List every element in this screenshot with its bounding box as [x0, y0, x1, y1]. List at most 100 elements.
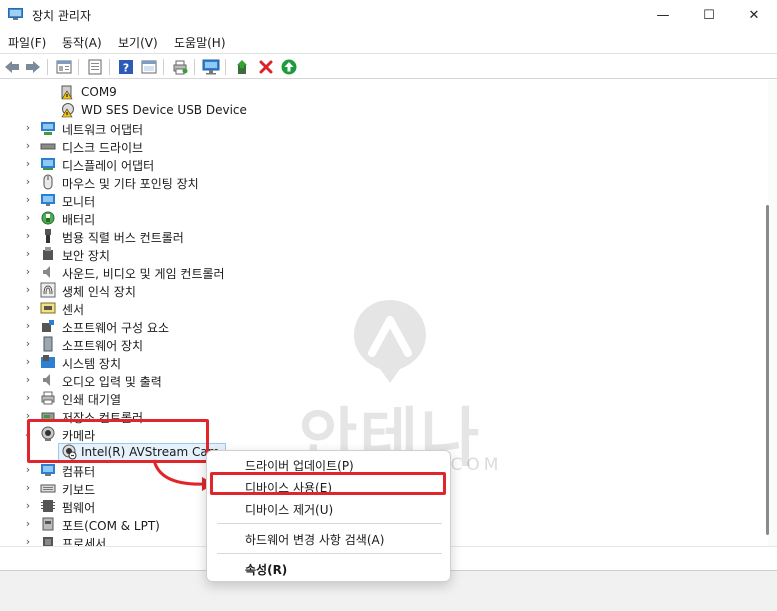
- security-device-icon: [43, 247, 53, 260]
- chevron-down-icon[interactable]: ⌄: [23, 427, 33, 441]
- tree-item-wd-ses[interactable]: WD SES Device USB Device: [0, 101, 760, 119]
- tree-category[interactable]: › 모니터: [0, 191, 760, 209]
- enable-device-icon[interactable]: [280, 58, 298, 76]
- tree-category[interactable]: › 소프트웨어 장치: [0, 335, 760, 353]
- chevron-right-icon[interactable]: ›: [23, 283, 33, 297]
- tree-category-label: 포트(COM & LPT): [62, 519, 160, 533]
- software-component-icon: [42, 320, 54, 332]
- chevron-right-icon[interactable]: ›: [23, 229, 33, 243]
- chevron-right-icon[interactable]: ›: [23, 337, 33, 351]
- minimize-button[interactable]: —: [640, 0, 686, 30]
- context-menu: 드라이버 업데이트(P) 디바이스 사용(E) 디바이스 제거(U) 하드웨어 …: [206, 450, 451, 582]
- tree-category-label: 인쇄 대기열: [62, 393, 122, 407]
- forward-arrow-icon[interactable]: [24, 58, 42, 76]
- chevron-right-icon[interactable]: ›: [23, 301, 33, 315]
- tree-category-label: 사운드, 비디오 및 게임 컨트롤러: [62, 267, 225, 281]
- firmware-icon: [41, 500, 55, 512]
- tree-category[interactable]: › 사운드, 비디오 및 게임 컨트롤러: [0, 263, 760, 281]
- tree-category[interactable]: › 마우스 및 기타 포인팅 장치: [0, 173, 760, 191]
- tree-category[interactable]: › 범용 직렬 버스 컨트롤러: [0, 227, 760, 245]
- maximize-button[interactable]: ☐: [686, 0, 732, 30]
- chevron-right-icon[interactable]: ›: [23, 391, 33, 405]
- camera-icon: [41, 426, 55, 441]
- tree-category[interactable]: › 생체 인식 장치: [0, 281, 760, 299]
- menu-uninstall-device[interactable]: 디바이스 제거(U): [245, 501, 333, 518]
- menu-action[interactable]: 동작(A): [62, 34, 102, 51]
- chevron-right-icon[interactable]: ›: [23, 121, 33, 135]
- tree-category[interactable]: › 보안 장치: [0, 245, 760, 263]
- tree-category-label: 소프트웨어 구성 요소: [62, 321, 169, 335]
- chevron-right-icon[interactable]: ›: [23, 139, 33, 153]
- tree-category-label: 컴퓨터: [62, 465, 96, 479]
- chevron-right-icon[interactable]: ›: [23, 535, 33, 546]
- properties-icon[interactable]: [55, 58, 73, 76]
- chevron-right-icon[interactable]: ›: [23, 463, 33, 477]
- tree-category[interactable]: › 센서: [0, 299, 760, 317]
- tree-category-label: 센서: [62, 303, 85, 317]
- sensor-icon: [40, 302, 56, 314]
- chevron-right-icon[interactable]: ›: [23, 319, 33, 333]
- back-arrow-icon[interactable]: [3, 58, 21, 76]
- tree-category-camera[interactable]: ⌄ 카메라: [0, 425, 760, 443]
- chevron-right-icon[interactable]: ›: [23, 481, 33, 495]
- chevron-right-icon[interactable]: ›: [23, 157, 33, 171]
- tree-category[interactable]: › 배터리: [0, 209, 760, 227]
- display-adapter-icon: [41, 158, 55, 170]
- chevron-right-icon[interactable]: ›: [23, 499, 33, 513]
- tree-category-label: 마우스 및 기타 포인팅 장치: [62, 177, 199, 191]
- tree-category-label: 디스크 드라이브: [62, 141, 144, 155]
- vertical-scrollbar[interactable]: [768, 80, 777, 546]
- menu-properties[interactable]: 속성(R): [245, 561, 287, 578]
- tree-category-label: 시스템 장치: [62, 357, 122, 371]
- view-icon[interactable]: [140, 58, 158, 76]
- uninstall-x-icon[interactable]: [257, 58, 275, 76]
- chevron-right-icon[interactable]: ›: [23, 517, 33, 531]
- chevron-right-icon[interactable]: ›: [23, 193, 33, 207]
- tree-category[interactable]: › 저장소 컨트롤러: [0, 407, 760, 425]
- tree-category-label: 보안 장치: [62, 249, 110, 263]
- toolbar-separator: [47, 59, 48, 75]
- toolbar-separator: [163, 59, 164, 75]
- menu-enable-device[interactable]: 디바이스 사용(E): [245, 479, 332, 496]
- tree-category[interactable]: › 오디오 입력 및 출력: [0, 371, 760, 389]
- update-driver-icon[interactable]: [234, 58, 252, 76]
- chevron-right-icon[interactable]: ›: [23, 211, 33, 225]
- audio-io-icon: [43, 374, 50, 386]
- tree-category[interactable]: › 네트워크 어댑터: [0, 119, 760, 137]
- port-warning-icon: [61, 85, 73, 100]
- chevron-right-icon[interactable]: ›: [23, 355, 33, 369]
- menu-view[interactable]: 보기(V): [118, 34, 158, 51]
- menu-update-driver[interactable]: 드라이버 업데이트(P): [245, 457, 354, 474]
- menu-help[interactable]: 도움말(H): [174, 34, 226, 51]
- print-icon[interactable]: [171, 58, 189, 76]
- tree-category-label: 생체 인식 장치: [62, 285, 136, 299]
- close-button[interactable]: ✕: [731, 0, 777, 30]
- chevron-right-icon[interactable]: ›: [23, 373, 33, 387]
- chevron-right-icon[interactable]: ›: [23, 265, 33, 279]
- scrollbar-thumb[interactable]: [766, 205, 769, 535]
- menu-file[interactable]: 파일(F): [8, 34, 46, 51]
- keyboard-icon: [40, 484, 56, 493]
- menu-scan-hardware[interactable]: 하드웨어 변경 사항 검색(A): [245, 531, 384, 548]
- window-title: 장치 관리자: [32, 9, 92, 23]
- tree-category[interactable]: › 디스플레이 어댑터: [0, 155, 760, 173]
- tree-item-com9[interactable]: COM9: [0, 83, 760, 101]
- chevron-right-icon[interactable]: ›: [23, 175, 33, 189]
- details-icon[interactable]: [86, 58, 104, 76]
- device-warning-icon: [61, 103, 74, 118]
- system-device-icon: [41, 355, 55, 368]
- help-icon[interactable]: ?: [117, 58, 135, 76]
- monitor-scan-icon[interactable]: [202, 58, 220, 76]
- tree-category-label: 프로세서: [62, 537, 107, 546]
- chevron-right-icon[interactable]: ›: [23, 409, 33, 423]
- tree-category[interactable]: › 디스크 드라이브: [0, 137, 760, 155]
- mouse-icon: [43, 174, 53, 190]
- tree-category[interactable]: › 시스템 장치: [0, 353, 760, 371]
- tree-item-label: Intel(R) AVStream Cam: [81, 445, 220, 459]
- tree-category-label: 네트워크 어댑터: [62, 123, 144, 137]
- chevron-right-icon[interactable]: ›: [23, 247, 33, 261]
- tree-category[interactable]: › 인쇄 대기열: [0, 389, 760, 407]
- sound-icon: [43, 266, 50, 278]
- toolbar: ?: [0, 53, 777, 79]
- tree-category[interactable]: › 소프트웨어 구성 요소: [0, 317, 760, 335]
